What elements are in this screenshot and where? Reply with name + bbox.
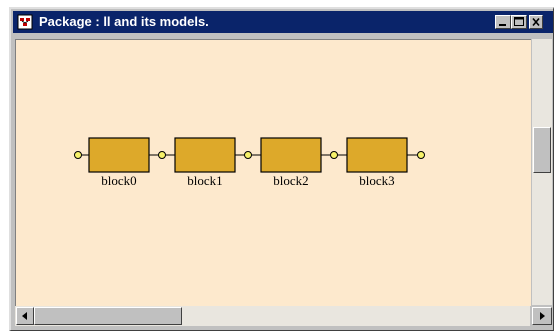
port-2-3[interactable]	[330, 151, 338, 159]
close-button[interactable]	[529, 15, 543, 29]
title-bar[interactable]: Package : ll and its models.	[13, 11, 553, 33]
package-window: Package : ll and its models. block0 bloc…	[9, 7, 554, 331]
minimize-icon	[499, 24, 506, 26]
window-title: Package : ll and its models.	[39, 14, 209, 29]
block-2-label: block2	[273, 173, 309, 188]
maximize-icon	[514, 17, 524, 26]
port-out[interactable]	[417, 151, 425, 159]
port-in[interactable]	[74, 151, 82, 159]
port-0-1[interactable]	[158, 151, 166, 159]
block-3[interactable]	[346, 137, 408, 173]
horizontal-scrollbar[interactable]	[15, 306, 530, 326]
port-1-2[interactable]	[244, 151, 252, 159]
horizontal-scroll-thumb[interactable]	[34, 307, 182, 325]
close-icon	[532, 17, 540, 27]
block-2[interactable]	[260, 137, 322, 173]
scroll-left-button[interactable]	[16, 307, 34, 325]
model-canvas[interactable]: block0 block1 block2 block3	[15, 39, 531, 306]
maximize-button[interactable]	[511, 15, 527, 29]
scroll-right-button[interactable]	[532, 307, 552, 325]
package-icon[interactable]	[17, 14, 33, 30]
scrollbar-corner	[532, 306, 552, 326]
arrow-left-icon	[22, 312, 27, 320]
arrow-right-icon	[540, 312, 545, 320]
block-0[interactable]	[88, 137, 150, 173]
minimize-button[interactable]	[495, 15, 511, 29]
block-1-label: block1	[187, 173, 223, 188]
vertical-scrollbar[interactable]	[532, 39, 552, 305]
vertical-scroll-thumb[interactable]	[533, 127, 551, 173]
block-3-label: block3	[359, 173, 395, 188]
block-0-label: block0	[101, 173, 137, 188]
block-1[interactable]	[174, 137, 236, 173]
